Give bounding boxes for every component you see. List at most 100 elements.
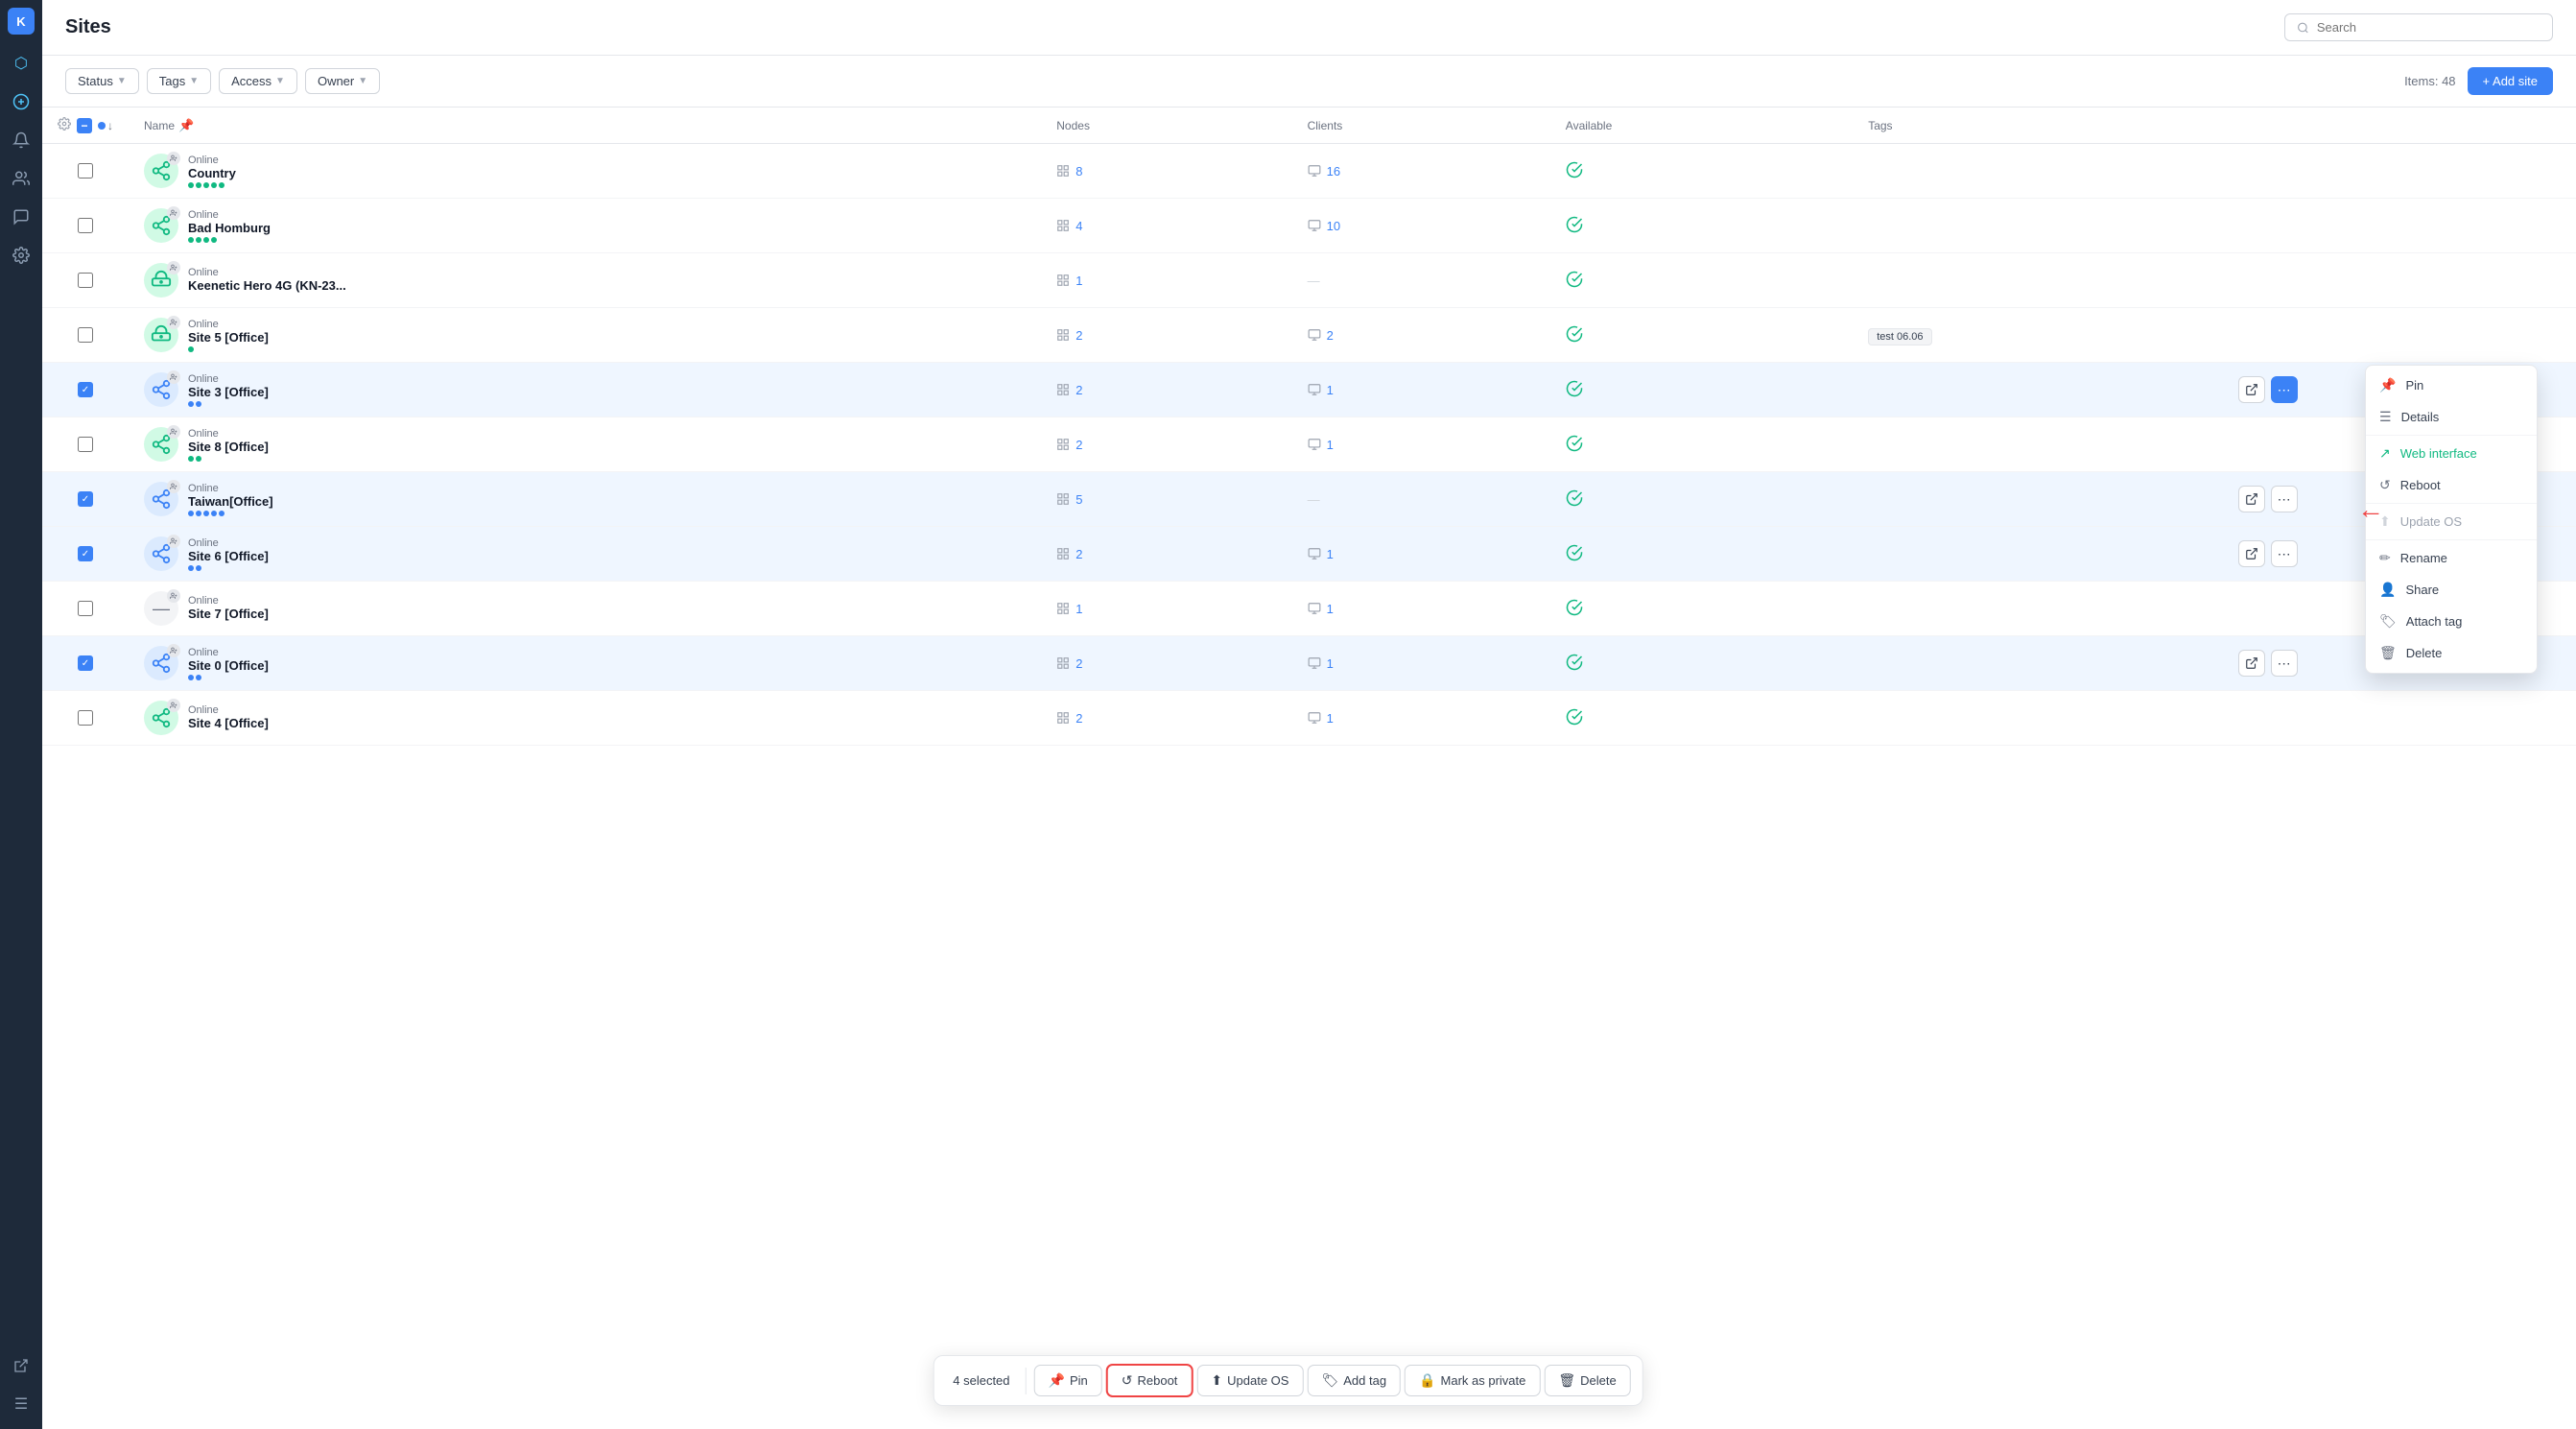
clients-cell: 1 [1308, 383, 1535, 397]
site-status: Online [188, 537, 269, 549]
more-options-button[interactable]: ⋯ [2271, 595, 2298, 622]
row-checkbox[interactable] [78, 163, 93, 179]
access-filter[interactable]: Access ▼ [219, 68, 297, 94]
context-menu-item-web-interface[interactable]: ↗ Web interface [2366, 438, 2537, 469]
checkbox-cell[interactable] [42, 199, 129, 253]
more-options-button[interactable]: ⋯ [2271, 212, 2298, 239]
open-external-button[interactable] [2238, 704, 2265, 731]
site-icon-overlay [167, 425, 180, 439]
open-external-button[interactable] [2238, 486, 2265, 512]
name-cell: Online Keenetic Hero 4G (KN-23... [129, 253, 1041, 308]
checkbox-cell[interactable]: ✓ [42, 472, 129, 527]
table-row: Online Country 8 16 ⋯ [42, 144, 2576, 199]
row-checkbox[interactable] [78, 218, 93, 233]
pin-btn[interactable]: 📌 Pin [1034, 1365, 1102, 1396]
separator [1026, 1368, 1027, 1394]
row-checkbox[interactable]: ✓ [78, 546, 93, 561]
checkbox-cell[interactable] [42, 144, 129, 199]
more-options-button[interactable]: ⋯ [2271, 540, 2298, 567]
sort-down-icon[interactable]: ↓ [107, 119, 113, 132]
clients-cell: 1 [1308, 547, 1535, 561]
checkbox-cell[interactable] [42, 417, 129, 472]
update-os-btn[interactable]: ⬆ Update OS [1196, 1365, 1303, 1396]
sidebar-item-group[interactable] [4, 161, 38, 196]
open-external-button[interactable] [2238, 212, 2265, 239]
row-checkbox[interactable]: ✓ [78, 382, 93, 397]
more-options-button[interactable]: ⋯ [2271, 650, 2298, 677]
sidebar-item-vpn[interactable] [4, 84, 38, 119]
nodes-cell: 4 [1056, 219, 1276, 233]
open-external-button[interactable] [2238, 157, 2265, 184]
row-checkbox[interactable] [78, 710, 93, 726]
sidebar-item-topology[interactable]: ⬡ [4, 46, 38, 81]
sidebar-item-bell[interactable] [4, 123, 38, 157]
tags-filter[interactable]: Tags ▼ [147, 68, 211, 94]
status-filter[interactable]: Status ▼ [65, 68, 139, 94]
row-checkbox[interactable] [78, 437, 93, 452]
context-menu-item-attach-tag[interactable]: 🏷 Attach tag [2366, 606, 2537, 637]
select-all-checkbox[interactable]: − [77, 118, 92, 133]
open-external-button[interactable] [2238, 595, 2265, 622]
name-cell: Online Site 0 [Office] [129, 636, 1041, 691]
row-checkbox[interactable] [78, 601, 93, 616]
open-external-button[interactable] [2238, 431, 2265, 458]
site-icon-overlay [167, 206, 180, 220]
context-menu-item-delete[interactable]: 🗑 Delete [2366, 637, 2537, 669]
context-menu-item-share[interactable]: 👤 Share [2366, 574, 2537, 606]
more-options-button[interactable]: ⋯ [2271, 267, 2298, 294]
add-site-button[interactable]: + Add site [2468, 67, 2553, 95]
site-icon-overlay [167, 480, 180, 493]
checkbox-cell[interactable] [42, 308, 129, 363]
open-external-button[interactable] [2238, 650, 2265, 677]
delete-btn[interactable]: 🗑 Delete [1544, 1365, 1630, 1396]
sidebar-item-chat[interactable] [4, 200, 38, 234]
row-checkbox[interactable] [78, 273, 93, 288]
sidebar-item-settings[interactable] [4, 238, 38, 273]
nodes-cell: 2 [1056, 328, 1276, 343]
owner-filter[interactable]: Owner ▼ [305, 68, 380, 94]
open-external-button[interactable] [2238, 376, 2265, 403]
context-menu-item-details[interactable]: ☰ Details [2366, 401, 2537, 433]
open-external-button[interactable] [2238, 540, 2265, 567]
more-options-button[interactable]: ⋯ [2271, 157, 2298, 184]
search-box[interactable] [2284, 13, 2553, 41]
table-row: ✓ Online Site 3 [Office] [42, 363, 2576, 417]
chevron-down-icon: ▼ [275, 76, 285, 86]
sidebar-item-menu[interactable]: ☰ [4, 1387, 38, 1421]
row-checkbox[interactable] [78, 327, 93, 343]
sidebar-item-export[interactable] [4, 1348, 38, 1383]
more-options-button[interactable]: ⋯ [2271, 322, 2298, 348]
more-options-button[interactable]: ⋯ [2271, 376, 2298, 403]
checkbox-cell[interactable]: ✓ [42, 527, 129, 582]
clients-cell: 1 [1308, 602, 1535, 616]
site-status: Online [188, 595, 269, 607]
mark-private-btn[interactable]: 🔒 Mark as private [1405, 1365, 1540, 1396]
tags-cell [1853, 636, 2222, 691]
context-menu-item-reboot[interactable]: ↺ Reboot [2366, 469, 2537, 501]
add-tag-btn[interactable]: 🏷 Add tag [1307, 1365, 1401, 1396]
reboot-btn[interactable]: ↺ Reboot [1106, 1364, 1193, 1397]
context-menu-item-rename[interactable]: ✏ Rename [2366, 542, 2537, 574]
checkbox-cell[interactable] [42, 253, 129, 308]
site-icon [144, 701, 178, 735]
checkbox-cell[interactable] [42, 582, 129, 636]
clients-cell-wrap: 1 [1292, 636, 1550, 691]
more-options-button[interactable]: ⋯ [2271, 431, 2298, 458]
row-checkbox[interactable]: ✓ [78, 655, 93, 671]
open-external-button[interactable] [2238, 322, 2265, 348]
main-content: Sites Status ▼ Tags ▼ Access ▼ Owner ▼ [42, 0, 2576, 1429]
row-checkbox[interactable]: ✓ [78, 491, 93, 507]
context-menu-item-pin[interactable]: 📌 Pin [2366, 369, 2537, 401]
checkbox-cell[interactable] [42, 691, 129, 746]
open-external-button[interactable] [2238, 267, 2265, 294]
search-input[interactable] [2317, 20, 2541, 35]
column-settings-icon[interactable] [58, 117, 71, 133]
more-options-button[interactable]: ⋯ [2271, 704, 2298, 731]
name-cell: Online Taiwan[Office] [129, 472, 1041, 527]
more-options-button[interactable]: ⋯ [2271, 486, 2298, 512]
checkbox-cell[interactable]: ✓ [42, 363, 129, 417]
site-status: Online [188, 319, 269, 330]
checkbox-cell[interactable]: ✓ [42, 636, 129, 691]
pin-column-icon[interactable]: 📌 [178, 118, 194, 133]
actions-cell: ⋯ [2223, 253, 2576, 308]
